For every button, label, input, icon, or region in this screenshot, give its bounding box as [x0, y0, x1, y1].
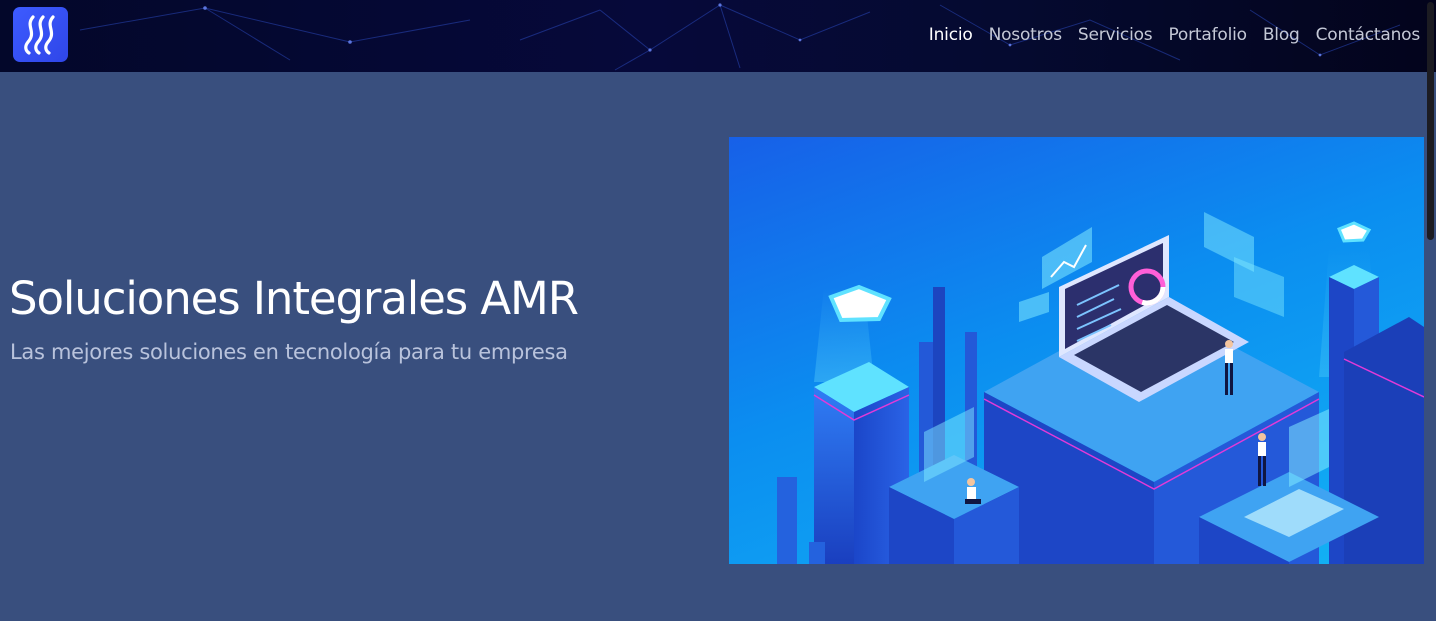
nav-link-portafolio[interactable]: Portafolio [1160, 22, 1254, 48]
nav-link-servicios[interactable]: Servicios [1070, 22, 1161, 48]
nav-link-nosotros[interactable]: Nosotros [981, 22, 1070, 48]
hero-subtitle: Las mejores soluciones en tecnología par… [10, 340, 568, 364]
navbar: Inicio Nosotros Servicios Portafolio Blo… [0, 0, 1436, 72]
isometric-tech-illustration [777, 212, 1424, 564]
page-scrollbar[interactable] [1424, 0, 1436, 621]
logo[interactable] [13, 7, 68, 62]
hero-title: Soluciones Integrales AMR [9, 272, 579, 325]
hero-illustration [729, 137, 1424, 564]
waves-icon [23, 14, 55, 55]
nav-link-blog[interactable]: Blog [1255, 22, 1308, 48]
nav-link-contactanos[interactable]: Contáctanos [1308, 22, 1428, 48]
nav-link-inicio[interactable]: Inicio [921, 22, 981, 48]
main-nav: Inicio Nosotros Servicios Portafolio Blo… [921, 22, 1428, 48]
scrollbar-thumb[interactable] [1427, 2, 1434, 240]
page: Inicio Nosotros Servicios Portafolio Blo… [0, 0, 1436, 621]
